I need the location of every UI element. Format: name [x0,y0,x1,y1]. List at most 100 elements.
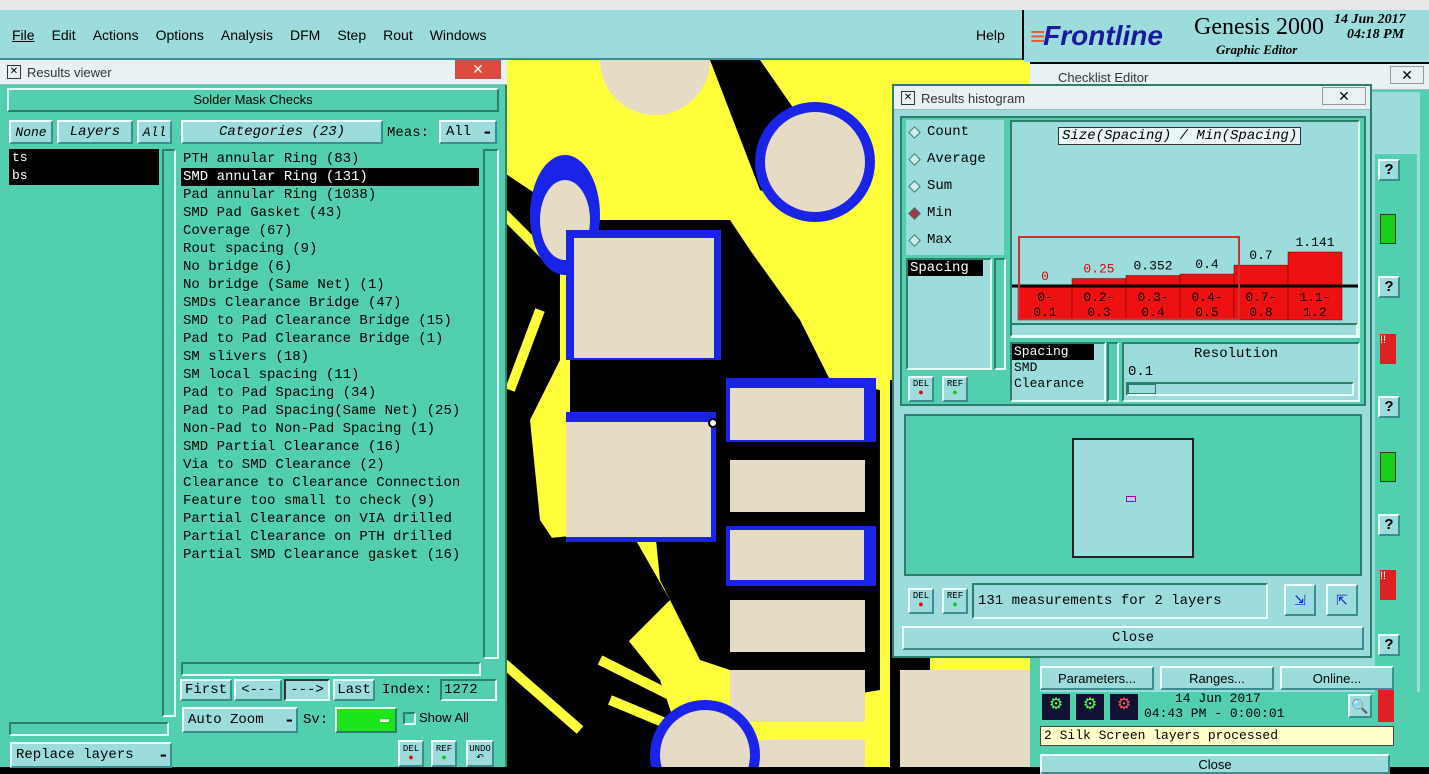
sv-label: Sv: [303,712,329,728]
histogram-close-icon[interactable]: ✕ [1322,87,1366,105]
first-button[interactable]: First [180,679,232,701]
layer-item[interactable]: ts [9,149,159,167]
export-icon-1[interactable]: ⇲ [1284,584,1316,616]
radio-icon [908,233,921,247]
menu-actions[interactable]: Actions [93,27,139,43]
layers-button[interactable]: Layers [57,120,133,144]
brand-time: 04:18 PM [1347,27,1405,42]
layers-hscrollbar[interactable] [9,722,169,736]
results-viewer: ✕ Results viewer ✕ Solder Mask Checks No… [0,60,507,768]
menu-rout[interactable]: Rout [383,27,413,43]
online-button[interactable]: Online... [1280,666,1394,690]
category-item[interactable]: SMDs Clearance Bridge (47) [181,294,479,312]
export-icon-2[interactable]: ⇱ [1326,584,1358,616]
layers-select-list[interactable]: Spacing SMD Clearance [1010,342,1106,402]
menu-options[interactable]: Options [156,27,204,43]
preview-ref-button[interactable]: REF ● [942,588,968,614]
category-item[interactable]: No bridge (6) [181,258,479,276]
close-icon[interactable]: ✕ [455,60,501,79]
categories-button[interactable]: Categories (23) [181,120,383,144]
window-icon: ✕ [7,65,21,79]
mode-radio-sum[interactable]: Sum [908,178,952,194]
menu-windows[interactable]: Windows [430,27,487,43]
categories-hscrollbar[interactable] [181,662,481,676]
category-item[interactable]: SM local spacing (11) [181,366,479,384]
layers-list[interactable]: ts bs [9,149,159,719]
auto-zoom-select[interactable]: Auto Zoom ▬ [182,707,298,733]
checklist-close-button[interactable]: Close [1040,754,1390,774]
category-item[interactable]: Partial Clearance on PTH drilled [181,528,479,546]
index-input[interactable] [440,679,497,701]
category-item[interactable]: SMD Pad Gasket (43) [181,204,479,222]
menu-file[interactable]: File [12,27,35,43]
category-item[interactable]: Pad to Pad Clearance Bridge (1) [181,330,479,348]
none-button[interactable]: None [9,120,53,144]
category-item[interactable]: No bridge (Same Net) (1) [181,276,479,294]
parameters-button[interactable]: Parameters... [1040,666,1154,690]
category-item[interactable]: Via to SMD Clearance (2) [181,456,479,474]
mode-radio-max[interactable]: Max [908,232,952,248]
checklist-date: 14 Jun 2017 [1175,691,1261,706]
mode-radio-min[interactable]: Min [908,205,952,221]
category-item[interactable]: SM slivers (18) [181,348,479,366]
checklist-close-icon[interactable]: ✕ [1390,66,1424,84]
run-icon-2[interactable]: ⚙ [1076,694,1104,720]
category-item[interactable]: Partial SMD Clearance gasket (16) [181,546,479,564]
menu-step[interactable]: Step [337,27,366,43]
run-icon-1[interactable]: ⚙ [1042,694,1070,720]
meas-select[interactable]: All ▬ [439,120,497,144]
checklist-status: 2 Silk Screen layers processed [1040,726,1394,746]
next-button[interactable]: ---> [284,679,330,701]
category-item[interactable]: Pad annular Ring (1038) [181,186,479,204]
ref-button[interactable]: REF ● [431,740,457,767]
category-item[interactable]: Feature too small to check (9) [181,492,479,510]
menu-dfm[interactable]: DFM [290,27,320,43]
zoom-icon[interactable]: 🔍 [1348,694,1372,718]
show-all-checkbox[interactable] [403,712,416,725]
run-icon-3[interactable]: ⚙ [1110,694,1138,720]
mode-radio-count[interactable]: Count [908,124,969,140]
category-item[interactable]: Pad to Pad Spacing (34) [181,384,479,402]
menu-edit[interactable]: Edit [52,27,76,43]
all-button[interactable]: All [137,120,172,144]
category-item[interactable]: SMD Partial Clearance (16) [181,438,479,456]
measure-list[interactable]: Spacing [906,258,992,370]
category-item[interactable]: Non-Pad to Non-Pad Spacing (1) [181,420,479,438]
layers-scrollbar[interactable] [162,149,176,717]
category-item[interactable]: SMD to Pad Clearance Bridge (15) [181,312,479,330]
category-item[interactable]: SMD annular Ring (131) [181,168,479,186]
replace-layers-select[interactable]: Replace layers ▬ [10,742,172,768]
ranges-button[interactable]: Ranges... [1160,666,1274,690]
menu-help[interactable]: Help [976,27,1005,43]
histogram-del-button[interactable]: DEL ● [908,376,934,402]
category-item[interactable]: PTH annular Ring (83) [181,150,479,168]
undo-button[interactable]: UNDO ↶ [466,740,494,767]
layer-item[interactable]: bs [9,167,159,185]
results-header: Solder Mask Checks [7,88,499,112]
category-item[interactable]: Coverage (67) [181,222,479,240]
preview-box [1072,438,1194,558]
measurement-status: 131 measurements for 2 layers [972,583,1268,619]
category-item[interactable]: Partial Clearance on VIA drilled [181,510,479,528]
preview-panel [904,414,1362,576]
meas-label: Meas: [387,125,430,141]
sv-color-select[interactable]: ▬ [335,707,397,733]
categories-list[interactable]: PTH annular Ring (83) SMD annular Ring (1… [181,150,479,720]
chart-hscrollbar[interactable] [1010,323,1358,337]
prev-button[interactable]: <--- [234,679,282,701]
categories-scrollbar[interactable] [483,149,499,659]
menu-analysis[interactable]: Analysis [221,27,273,43]
category-item[interactable]: Rout spacing (9) [181,240,479,258]
resolution-slider[interactable] [1126,382,1354,396]
checklist-time: 04:43 PM - 0:00:01 [1144,706,1285,721]
checklist-title: Checklist Editor [1058,70,1149,85]
bar-value-label: 0.7 [1249,248,1272,263]
histogram-close-button[interactable]: Close [902,626,1364,650]
category-item[interactable]: Clearance to Clearance Connection [181,474,479,492]
del-button[interactable]: DEL ● [398,740,424,767]
category-item[interactable]: Pad to Pad Spacing(Same Net) (25) [181,402,479,420]
mode-radio-average[interactable]: Average [908,151,986,167]
histogram-ref-button[interactable]: REF ● [942,376,968,402]
preview-del-button[interactable]: DEL ● [908,588,934,614]
last-button[interactable]: Last [333,679,375,701]
